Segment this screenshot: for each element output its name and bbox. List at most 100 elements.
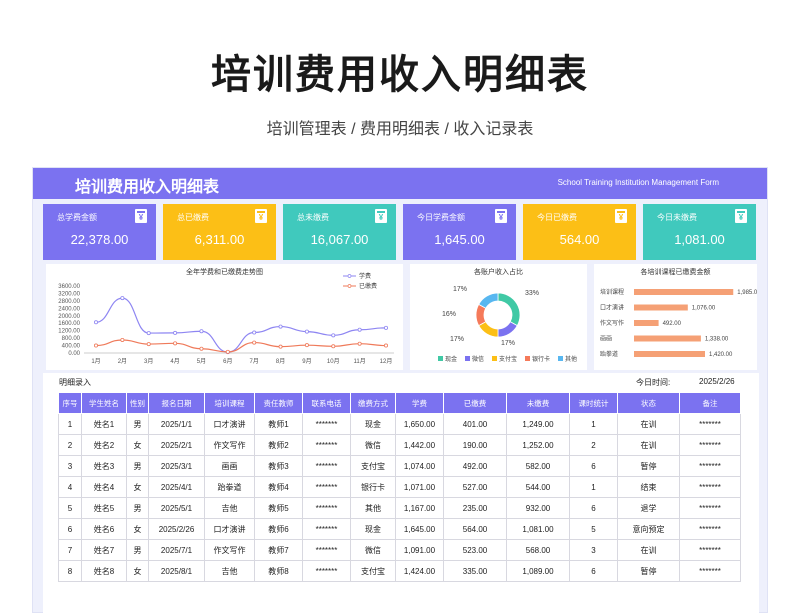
table-cell[interactable]: 在训 — [617, 539, 680, 561]
table-cell[interactable]: 教师1 — [254, 413, 303, 435]
table-cell[interactable]: 姓名4 — [81, 476, 127, 498]
table-cell[interactable]: ******* — [302, 476, 351, 498]
table-cell[interactable]: 2 — [58, 434, 82, 456]
table-cell[interactable]: 教师4 — [254, 476, 303, 498]
table-cell[interactable]: 523.00 — [443, 539, 507, 561]
table-cell[interactable]: 401.00 — [443, 413, 507, 435]
table-cell[interactable]: 在训 — [617, 434, 680, 456]
table-cell[interactable]: 235.00 — [443, 497, 507, 519]
table-cell[interactable]: 男 — [126, 413, 149, 435]
table-cell[interactable]: 1,249.00 — [506, 413, 570, 435]
table-cell[interactable]: 吉他 — [204, 497, 255, 519]
table-cell[interactable]: ******* — [679, 560, 741, 582]
table-cell[interactable]: 564.00 — [443, 518, 507, 540]
table-cell[interactable]: 画画 — [204, 455, 255, 477]
table-cell[interactable]: 教师5 — [254, 497, 303, 519]
table-cell[interactable]: 女 — [126, 560, 149, 582]
table-cell[interactable]: 教师3 — [254, 455, 303, 477]
table-cell[interactable]: 4 — [58, 476, 82, 498]
table-cell[interactable]: 335.00 — [443, 560, 507, 582]
table-cell[interactable]: ******* — [302, 539, 351, 561]
table-row[interactable]: 4 姓名4 女 2025/4/1 跆拳道 教师4 ******* 银行卡 1,071.00 527… — [58, 476, 741, 498]
table-cell[interactable]: 教师2 — [254, 434, 303, 456]
table-cell[interactable]: 银行卡 — [350, 476, 396, 498]
table-cell[interactable]: ******* — [302, 455, 351, 477]
table-cell[interactable]: 2025/2/26 — [148, 518, 205, 540]
table-cell[interactable]: 1,081.00 — [506, 518, 570, 540]
table-cell[interactable]: 2 — [569, 434, 618, 456]
table-cell[interactable]: 2025/2/1 — [148, 434, 205, 456]
table-cell[interactable]: 跆拳道 — [204, 476, 255, 498]
table-cell[interactable]: 退学 — [617, 497, 680, 519]
table-cell[interactable]: 1,424.00 — [395, 560, 444, 582]
table-cell[interactable]: 1,074.00 — [395, 455, 444, 477]
table-cell[interactable]: 在训 — [617, 413, 680, 435]
table-cell[interactable]: 女 — [126, 476, 149, 498]
table-cell[interactable]: 1,089.00 — [506, 560, 570, 582]
table-cell[interactable]: 暂停 — [617, 560, 680, 582]
table-cell[interactable]: 1 — [569, 476, 618, 498]
table-cell[interactable]: 5 — [58, 497, 82, 519]
table-row[interactable]: 3 姓名3 男 2025/3/1 画画 教师3 ******* 支付宝 1,074.00 492.… — [58, 455, 741, 477]
table-cell[interactable]: ******* — [679, 476, 741, 498]
table-cell[interactable]: 结束 — [617, 476, 680, 498]
table-cell[interactable]: 1,252.00 — [506, 434, 570, 456]
table-cell[interactable]: 6 — [58, 518, 82, 540]
table-cell[interactable]: 1,071.00 — [395, 476, 444, 498]
table-cell[interactable]: 1,645.00 — [395, 518, 444, 540]
table-cell[interactable]: 男 — [126, 539, 149, 561]
table-cell[interactable]: ******* — [679, 413, 741, 435]
table-cell[interactable]: 教师8 — [254, 560, 303, 582]
table-cell[interactable]: 2025/4/1 — [148, 476, 205, 498]
table-cell[interactable]: ******* — [302, 413, 351, 435]
table-cell[interactable]: 1,650.00 — [395, 413, 444, 435]
table-cell[interactable]: 2025/5/1 — [148, 497, 205, 519]
table-cell[interactable]: 女 — [126, 518, 149, 540]
table-cell[interactable]: 932.00 — [506, 497, 570, 519]
table-cell[interactable]: ******* — [302, 560, 351, 582]
table-cell[interactable]: 6 — [569, 497, 618, 519]
table-cell[interactable]: 1,167.00 — [395, 497, 444, 519]
table-cell[interactable]: 吉他 — [204, 560, 255, 582]
table-cell[interactable]: 姓名5 — [81, 497, 127, 519]
table-cell[interactable]: 6 — [569, 455, 618, 477]
table-row[interactable]: 1 姓名1 男 2025/1/1 口才演讲 教师1 ******* 现金 1,650.00 401… — [58, 413, 741, 435]
table-row[interactable]: 7 姓名7 男 2025/7/1 作文写作 教师7 ******* 微信 1,091.00 523… — [58, 539, 741, 561]
table-cell[interactable]: 527.00 — [443, 476, 507, 498]
table-cell[interactable]: 2025/1/1 — [148, 413, 205, 435]
table-cell[interactable]: ******* — [302, 518, 351, 540]
table-cell[interactable]: 姓名7 — [81, 539, 127, 561]
table-cell[interactable]: 姓名1 — [81, 413, 127, 435]
table-cell[interactable]: ******* — [302, 434, 351, 456]
table-cell[interactable]: 7 — [58, 539, 82, 561]
table-cell[interactable]: 微信 — [350, 434, 396, 456]
table-cell[interactable]: 现金 — [350, 413, 396, 435]
table-cell[interactable]: 1 — [58, 413, 82, 435]
table-cell[interactable]: 3 — [569, 539, 618, 561]
table-cell[interactable]: 姓名6 — [81, 518, 127, 540]
table-cell[interactable]: 1 — [569, 413, 618, 435]
table-cell[interactable]: ******* — [302, 497, 351, 519]
table-cell[interactable]: 女 — [126, 434, 149, 456]
table-cell[interactable]: ******* — [679, 518, 741, 540]
table-cell[interactable]: ******* — [679, 455, 741, 477]
table-cell[interactable]: 568.00 — [506, 539, 570, 561]
table-cell[interactable]: ******* — [679, 434, 741, 456]
table-cell[interactable]: 3 — [58, 455, 82, 477]
table-cell[interactable]: 意向预定 — [617, 518, 680, 540]
table-row[interactable]: 5 姓名5 男 2025/5/1 吉他 教师5 ******* 其他 1,167.00 235.0… — [58, 497, 741, 519]
table-cell[interactable]: 492.00 — [443, 455, 507, 477]
table-cell[interactable]: 支付宝 — [350, 560, 396, 582]
table-cell[interactable]: 5 — [569, 518, 618, 540]
table-cell[interactable]: 2025/7/1 — [148, 539, 205, 561]
table-cell[interactable]: ******* — [679, 539, 741, 561]
table-cell[interactable]: 582.00 — [506, 455, 570, 477]
table-cell[interactable]: 6 — [569, 560, 618, 582]
table-row[interactable]: 8 姓名8 女 2025/8/1 吉他 教师8 ******* 支付宝 1,424.00 335.… — [58, 560, 741, 582]
table-cell[interactable]: 现金 — [350, 518, 396, 540]
table-cell[interactable]: 姓名2 — [81, 434, 127, 456]
table-cell[interactable]: 2025/3/1 — [148, 455, 205, 477]
table-row[interactable]: 6 姓名6 女 2025/2/26 口才演讲 教师6 ******* 现金 1,645.00 56… — [58, 518, 741, 540]
table-cell[interactable]: 教师6 — [254, 518, 303, 540]
table-cell[interactable]: 544.00 — [506, 476, 570, 498]
